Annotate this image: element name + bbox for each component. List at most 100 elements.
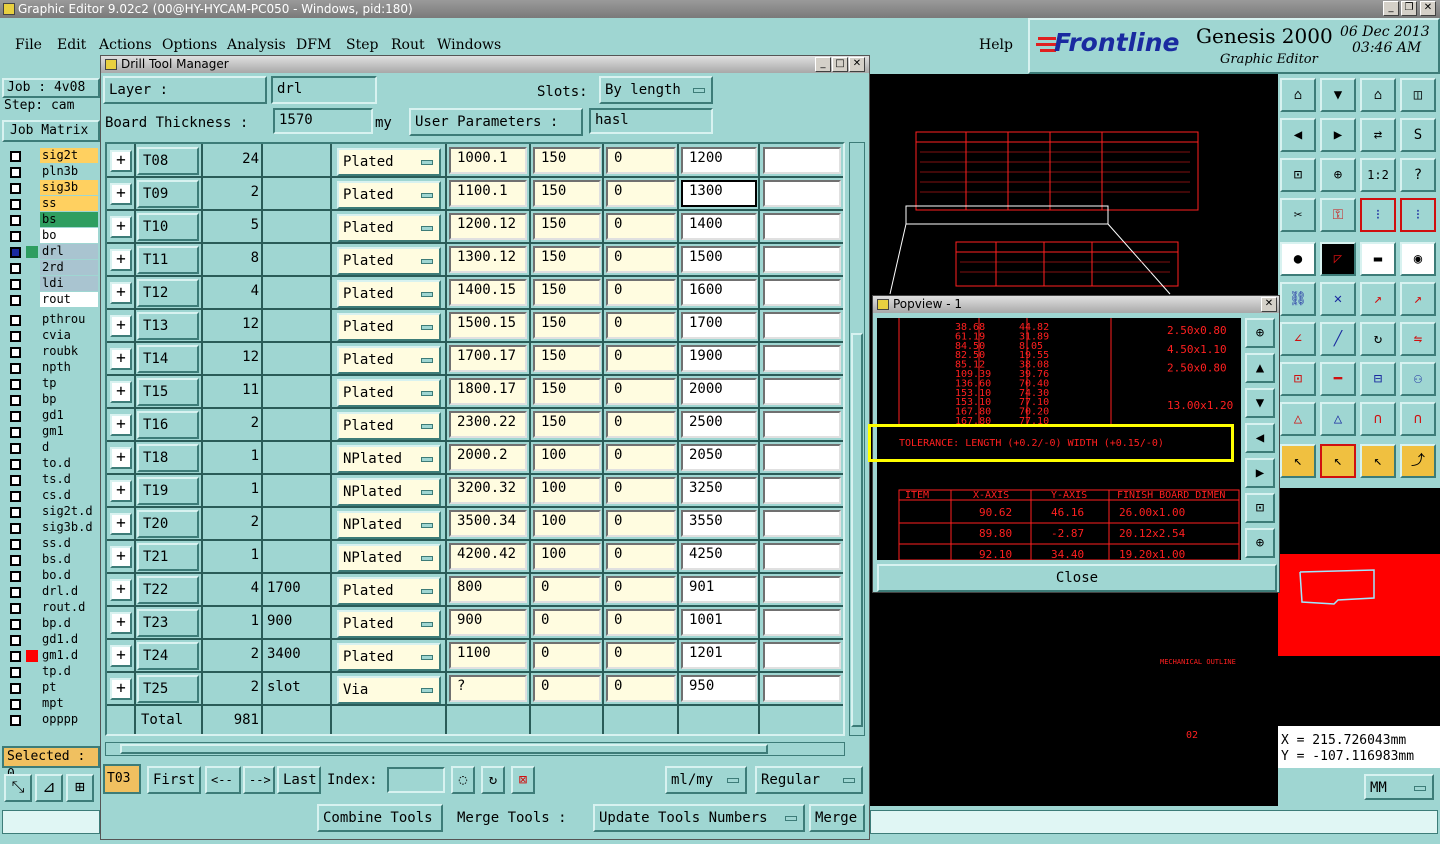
- layer-row[interactable]: 2rd: [0, 260, 100, 276]
- update-tools-select[interactable]: Update Tools Numbers: [593, 804, 805, 832]
- layer-checkbox[interactable]: [10, 151, 21, 162]
- dtm-maximize-button[interactable]: □: [832, 57, 848, 72]
- layer-row[interactable]: d: [0, 440, 100, 456]
- key-icon[interactable]: ⚿: [1320, 198, 1356, 232]
- home-icon[interactable]: ⌂: [1280, 78, 1316, 112]
- prev-button[interactable]: <--: [205, 766, 241, 794]
- layer-checkbox[interactable]: [10, 167, 21, 178]
- layer-checkbox[interactable]: [10, 263, 21, 274]
- last-button[interactable]: Last: [277, 766, 321, 794]
- layer-checkbox[interactable]: [10, 331, 21, 342]
- close-window-button[interactable]: ✕: [1420, 1, 1436, 16]
- triangle-icon[interactable]: △: [1280, 402, 1316, 436]
- layer-row[interactable]: roubk: [0, 344, 100, 360]
- merge-button[interactable]: Merge: [809, 804, 865, 832]
- dtm-close-button[interactable]: ✕: [849, 57, 865, 72]
- pointer-net-icon[interactable]: ⤴: [1400, 444, 1436, 478]
- redraw-icon[interactable]: S: [1400, 118, 1436, 152]
- layer-row[interactable]: cs.d: [0, 488, 100, 504]
- horizontal-scrollbar[interactable]: [105, 742, 845, 756]
- layer-row[interactable]: sig3b.d: [0, 520, 100, 536]
- swap-icon[interactable]: ⇄: [1360, 118, 1396, 152]
- pointer-icon[interactable]: ↖: [1280, 444, 1316, 478]
- layer-checkbox[interactable]: [10, 523, 21, 534]
- select-pad-icon[interactable]: ◉: [1400, 242, 1436, 276]
- mode-select[interactable]: Regular: [755, 766, 863, 794]
- layer-checkbox[interactable]: [10, 279, 21, 290]
- layer-checkbox[interactable]: [10, 651, 21, 662]
- maximize-button[interactable]: ❐: [1401, 1, 1417, 16]
- triangle-blue-icon[interactable]: △: [1320, 402, 1356, 436]
- layer-checkbox[interactable]: [10, 555, 21, 566]
- index-field[interactable]: [387, 767, 445, 793]
- layer-row[interactable]: gd1.d: [0, 632, 100, 648]
- scale-1-2-icon[interactable]: 1:2: [1360, 158, 1396, 192]
- popview-close-x[interactable]: ✕: [1261, 297, 1277, 312]
- first-button[interactable]: First: [147, 766, 201, 794]
- pan-left-icon[interactable]: ◀: [1280, 118, 1316, 152]
- layer-checkbox[interactable]: [10, 443, 21, 454]
- layer-row[interactable]: sig2t.d: [0, 504, 100, 520]
- layer-row[interactable]: gm1.d: [0, 648, 100, 664]
- layer-checkbox[interactable]: [10, 199, 21, 210]
- window-icon[interactable]: ◫: [1400, 78, 1436, 112]
- layer-checkbox[interactable]: [10, 699, 21, 710]
- menu-actions[interactable]: Actions: [99, 37, 152, 53]
- layer-checkbox[interactable]: [10, 603, 21, 614]
- layer-checkbox[interactable]: [10, 539, 21, 550]
- layer-row[interactable]: cvia: [0, 328, 100, 344]
- layer-checkbox[interactable]: [10, 247, 21, 258]
- pv-fit-icon[interactable]: ⊡: [1245, 493, 1275, 523]
- unit-select[interactable]: MM: [1364, 774, 1434, 800]
- layer-checkbox[interactable]: [10, 363, 21, 374]
- layer-row[interactable]: mpt: [0, 696, 100, 712]
- arch-icon[interactable]: ∩: [1360, 402, 1396, 436]
- delete-icon[interactable]: ⊠: [511, 766, 535, 794]
- layer-row[interactable]: ldi: [0, 276, 100, 292]
- vertical-scroll-thumb[interactable]: [851, 333, 863, 727]
- vertical-scrollbar[interactable]: [849, 142, 865, 736]
- mini-map[interactable]: [1278, 554, 1440, 656]
- menu-options[interactable]: Options: [162, 37, 217, 53]
- layer-checkbox[interactable]: [10, 427, 21, 438]
- layer-checkbox[interactable]: [10, 587, 21, 598]
- popview-close-button[interactable]: Close: [877, 564, 1277, 592]
- pad-add-icon[interactable]: ⊡: [1280, 362, 1316, 396]
- layer-row[interactable]: ss.d: [0, 536, 100, 552]
- layer-checkbox[interactable]: [10, 507, 21, 518]
- layer-row[interactable]: opppp: [0, 712, 100, 728]
- pad-icon[interactable]: ●: [1280, 242, 1316, 276]
- pv-zoom-in-icon[interactable]: ⊕: [1245, 318, 1275, 348]
- layer-checkbox[interactable]: [10, 295, 21, 306]
- menu-edit[interactable]: Edit: [57, 37, 86, 53]
- layer-row[interactable]: sig3b: [0, 180, 100, 196]
- horizontal-scroll-thumb[interactable]: [120, 744, 768, 754]
- layer-checkbox[interactable]: [10, 571, 21, 582]
- layer-row[interactable]: bs: [0, 212, 100, 228]
- pointer-alt-icon[interactable]: ↖: [1360, 444, 1396, 478]
- layer-row[interactable]: ts.d: [0, 472, 100, 488]
- minimize-button[interactable]: _: [1383, 1, 1399, 16]
- units-select[interactable]: ml/my: [665, 766, 747, 794]
- dtm-minimize-button[interactable]: _: [815, 57, 831, 72]
- layer-checkbox[interactable]: [10, 667, 21, 678]
- arch-alt-icon[interactable]: ∩: [1400, 402, 1436, 436]
- layer-checkbox[interactable]: [10, 231, 21, 242]
- layer-row[interactable]: pthrou: [0, 312, 100, 328]
- help-icon[interactable]: ?: [1400, 158, 1436, 192]
- house-icon[interactable]: ⌂: [1360, 78, 1396, 112]
- layer-checkbox[interactable]: [10, 395, 21, 406]
- layer-checkbox[interactable]: [10, 715, 21, 726]
- connect-icon[interactable]: ⛓: [1280, 282, 1316, 316]
- layer-row[interactable]: bo.d: [0, 568, 100, 584]
- pointer-select-icon[interactable]: ↖: [1320, 444, 1356, 478]
- layer-row[interactable]: bp.d: [0, 616, 100, 632]
- measure-button[interactable]: ⊿: [35, 774, 63, 802]
- layer-row[interactable]: sig2t: [0, 148, 100, 164]
- user-parameters-button[interactable]: User Parameters :: [409, 108, 583, 136]
- refresh-icon[interactable]: ↻: [481, 766, 505, 794]
- layer-row[interactable]: gd1: [0, 408, 100, 424]
- layer-checkbox[interactable]: [10, 379, 21, 390]
- layer-checkbox[interactable]: [10, 215, 21, 226]
- layer-row[interactable]: pln3b: [0, 164, 100, 180]
